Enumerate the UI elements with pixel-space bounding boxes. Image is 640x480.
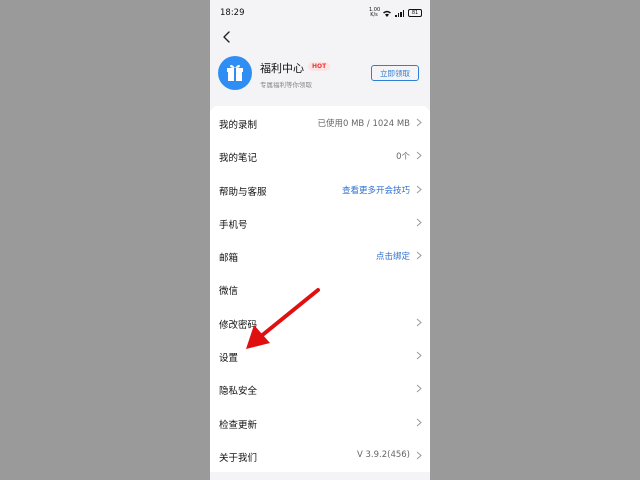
menu-item-value: 点击绑定	[375, 252, 410, 263]
menu-item-wechat[interactable]: 微信	[210, 272, 430, 305]
network-speed: 1.00 K/s	[369, 7, 381, 18]
chevron-right-icon	[416, 251, 422, 260]
menu-item-label: 关于我们	[219, 452, 258, 464]
back-arrow-icon[interactable]	[220, 30, 234, 44]
menu-item-label: 检查更新	[219, 419, 258, 431]
chevron-right-icon	[416, 118, 422, 127]
menu-item-value: 查看更多开会技巧	[341, 185, 410, 196]
menu-item-recordings[interactable]: 我的录制 已使用0 MB / 1024 MB	[210, 106, 430, 139]
menu-item-value: 已使用0 MB / 1024 MB	[317, 119, 410, 129]
chevron-right-icon	[416, 451, 422, 460]
welfare-title: 福利中心	[260, 62, 304, 75]
settings-list: 我的录制 已使用0 MB / 1024 MB 我的笔记 0个 帮助与客服 查看更…	[210, 106, 430, 473]
menu-item-label: 手机号	[219, 219, 248, 231]
menu-item-label: 邮箱	[219, 253, 239, 265]
status-time: 18:29	[220, 8, 245, 18]
wifi-icon	[383, 10, 391, 17]
gift-icon	[227, 64, 243, 81]
chevron-right-icon	[416, 351, 422, 360]
hot-badge: HOT	[308, 62, 331, 71]
menu-item-notes[interactable]: 我的笔记 0个	[210, 139, 430, 172]
welfare-logo	[218, 56, 252, 90]
status-icons: 1.00 K/s 81	[369, 8, 422, 18]
chevron-right-icon	[416, 384, 422, 393]
menu-item-label: 我的录制	[219, 120, 258, 131]
phone-screen: 18:29 1.00 K/s 81 福利中心 HOT 专属福利等你领取 立即领取…	[210, 0, 430, 480]
menu-item-label: 修改密码	[219, 319, 258, 331]
chevron-right-icon	[416, 318, 422, 327]
battery-icon: 81	[408, 9, 422, 17]
chevron-right-icon	[416, 418, 422, 427]
menu-item-email[interactable]: 邮箱 点击绑定	[210, 239, 430, 272]
menu-item-value: V 3.9.2(456)	[356, 449, 410, 460]
chevron-right-icon	[416, 185, 422, 193]
menu-item-label: 微信	[219, 286, 239, 298]
menu-item-about[interactable]: 关于我们 V 3.9.2(456)	[210, 439, 430, 472]
menu-item-help[interactable]: 帮助与客服 查看更多开会技巧	[210, 173, 430, 206]
menu-item-phone[interactable]: 手机号	[210, 206, 430, 239]
chevron-right-icon	[416, 151, 422, 160]
menu-item-value: 0个	[396, 152, 410, 163]
menu-item-check-update[interactable]: 检查更新	[210, 406, 430, 439]
welfare-center-card[interactable]: 福利中心 HOT 专属福利等你领取 立即领取	[210, 52, 430, 96]
signal-icon	[395, 9, 404, 17]
claim-button[interactable]: 立即领取	[371, 65, 419, 81]
menu-item-label: 设置	[219, 353, 239, 365]
menu-item-label: 帮助与客服	[219, 186, 267, 198]
menu-item-privacy[interactable]: 隐私安全	[210, 372, 430, 405]
chevron-right-icon	[416, 218, 422, 227]
welfare-subtitle: 专属福利等你领取	[260, 81, 312, 89]
status-bar: 18:29 1.00 K/s 81	[210, 0, 430, 26]
menu-item-label: 隐私安全	[219, 386, 258, 398]
menu-item-settings[interactable]: 设置	[210, 339, 430, 372]
menu-item-label: 我的笔记	[219, 153, 258, 165]
menu-item-change-password[interactable]: 修改密码	[210, 306, 430, 339]
